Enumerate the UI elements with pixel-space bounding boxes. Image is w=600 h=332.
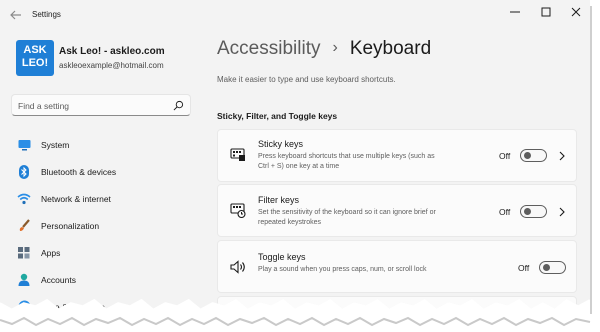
card-title: Filter keys: [258, 195, 300, 205]
bluetooth-icon: [17, 164, 31, 179]
toggle-knob: [524, 152, 531, 159]
person-icon: [17, 273, 31, 287]
sticky-keys-icon: [230, 148, 245, 161]
close-button[interactable]: [565, 4, 587, 20]
sticky-keys-toggle[interactable]: [520, 149, 547, 162]
breadcrumb-parent[interactable]: Accessibility: [217, 38, 320, 59]
toggle-knob: [543, 264, 550, 271]
maximize-button[interactable]: [535, 4, 557, 20]
speaker-icon: [230, 260, 245, 274]
avatar-line-2: LEO!: [21, 57, 49, 69]
toggle-keys-card[interactable]: Toggle keys Play a sound when you press …: [217, 240, 577, 293]
card-description: Play a sound when you press caps, num, o…: [258, 266, 427, 273]
toggle-knob: [524, 208, 531, 215]
chevron-right-icon[interactable]: [558, 207, 566, 217]
chevron-right-icon[interactable]: [558, 151, 566, 161]
card-description: Press keyboard shortcuts that use multip…: [258, 153, 435, 170]
card-title: Sticky keys: [258, 139, 304, 149]
sidebar-item-accounts[interactable]: Accounts: [11, 266, 191, 293]
title-bar: Settings: [0, 0, 590, 30]
sidebar-item-system[interactable]: System: [11, 131, 191, 158]
sidebar-item-label: Accounts: [41, 274, 76, 285]
wifi-icon: [17, 192, 31, 206]
profile-email: askleoexample@hotmail.com: [59, 61, 164, 70]
sticky-keys-card[interactable]: Sticky keys Press keyboard shortcuts tha…: [217, 129, 577, 182]
maximize-icon: [541, 7, 551, 17]
sidebar-item-apps[interactable]: Apps: [11, 239, 191, 266]
search-box[interactable]: [11, 94, 191, 116]
filter-keys-card[interactable]: Filter keys Set the sensitivity of the k…: [217, 184, 577, 237]
card-description: Set the sensitivity of the keyboard so i…: [258, 209, 436, 226]
profile-name: Ask Leo! - askleo.com: [59, 46, 165, 57]
filter-keys-toggle[interactable]: [520, 205, 547, 218]
sidebar-item-label: Apps: [41, 247, 61, 258]
monitor-icon: [17, 138, 31, 152]
toggle-state-label: Off: [518, 263, 530, 273]
apps-icon: [17, 246, 31, 260]
page-subtitle: Make it easier to type and use keyboard …: [217, 75, 396, 84]
sidebar-item-network[interactable]: Network & internet: [11, 185, 191, 212]
sidebar-item-bluetooth[interactable]: Bluetooth & devices: [11, 158, 191, 185]
breadcrumb-separator: ›: [332, 39, 338, 56]
sidebar-item-label: Personalization: [41, 220, 100, 231]
sidebar-nav: System Bluetooth & devices Network & int…: [11, 131, 191, 309]
sidebar-item-label: System: [41, 139, 70, 150]
back-arrow-icon[interactable]: [8, 7, 24, 23]
filter-keys-icon: [230, 203, 246, 218]
toggle-keys-toggle[interactable]: [539, 261, 566, 274]
window-title: Settings: [32, 10, 61, 19]
sidebar-item-label: Bluetooth & devices: [41, 166, 117, 177]
section-title: Sticky, Filter, and Toggle keys: [217, 111, 338, 121]
search-icon[interactable]: [173, 100, 184, 111]
settings-window: Settings ASK LEO! Ask Leo! - askleo.com a…: [0, 0, 590, 309]
sidebar-item-label: Network & internet: [41, 193, 111, 204]
sidebar-item-personalization[interactable]: Personalization: [11, 212, 191, 239]
toggle-state-label: Off: [499, 207, 511, 217]
toggle-state-label: Off: [499, 151, 511, 161]
avatar[interactable]: ASK LEO!: [16, 40, 54, 76]
page-title: Keyboard: [349, 38, 432, 59]
brush-icon: [17, 219, 31, 233]
close-icon: [571, 7, 581, 17]
minimize-button[interactable]: [504, 4, 526, 20]
minimize-icon: [510, 11, 520, 13]
avatar-logo-text: ASK LEO!: [16, 44, 54, 70]
search-input[interactable]: [18, 99, 168, 112]
breadcrumb: Accessibility › Keyboard: [217, 38, 431, 60]
avatar-line-1: ASK: [23, 44, 47, 56]
card-title: Toggle keys: [258, 252, 306, 262]
